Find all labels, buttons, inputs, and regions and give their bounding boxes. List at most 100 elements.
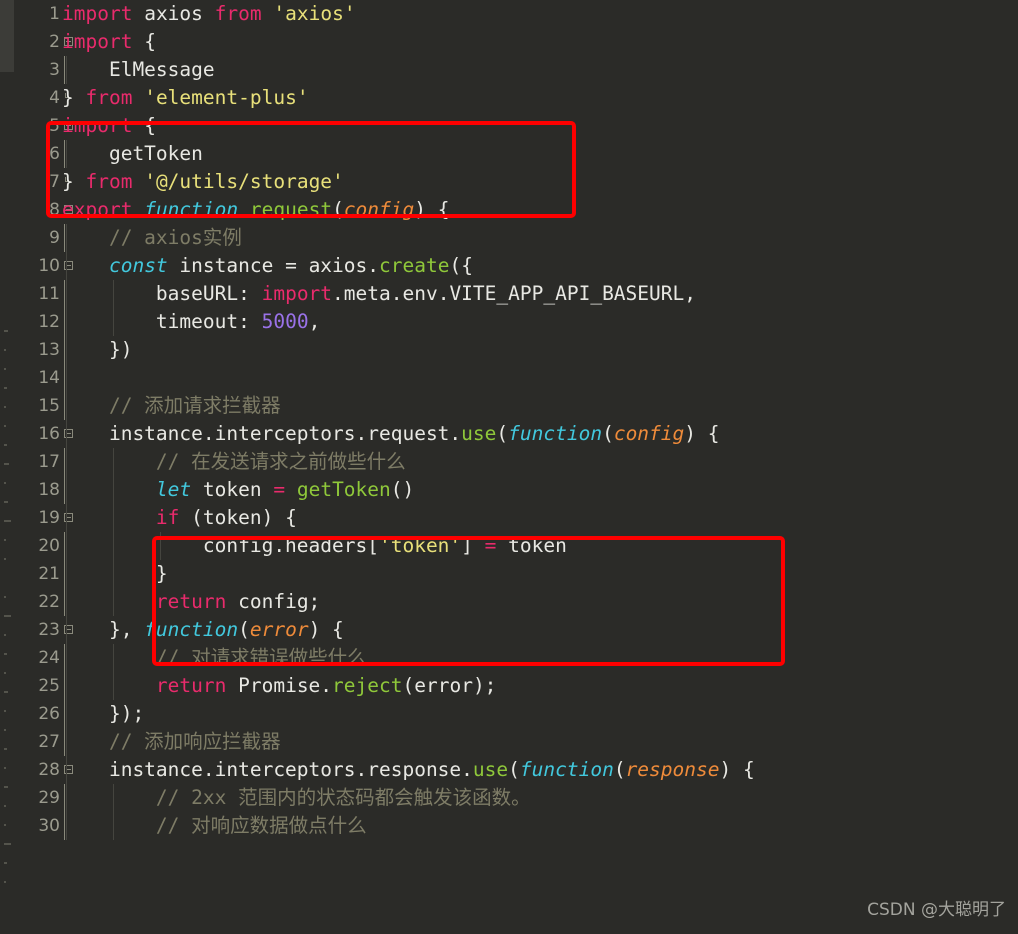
line-number: 7 [49,172,60,192]
code-line[interactable]: 11 baseURL: import.meta.env.VITE_APP_API… [14,280,1018,308]
token-str: 'axios' [273,2,356,25]
line-number: 25 [38,676,60,696]
code-line[interactable]: 13 }) [14,336,1018,364]
minimap-line-mark [4,786,9,788]
token-op: = [273,478,286,501]
line-number: 15 [38,396,60,416]
token-plain: { [132,30,156,53]
token-plain: getToken [62,142,203,165]
token-plain: token [496,534,567,557]
code-line[interactable]: 18 let token = getToken() [14,476,1018,504]
token-plain: instance.interceptors.response. [62,758,473,781]
token-plain: axios [144,2,203,25]
line-number: 21 [38,564,60,584]
code-line[interactable]: 23 }, function(error) { [14,616,1018,644]
code-line[interactable]: 22 return config; [14,588,1018,616]
code-line[interactable]: 24 // 对请求错误做些什么 [14,644,1018,672]
code-text: return config; [62,588,320,616]
minimap-line-mark [4,558,6,560]
code-line[interactable]: 25 return Promise.reject(error); [14,672,1018,700]
editor-surface[interactable]: 1 import axios from 'axios' 2 import {3 ElM… [14,0,1018,934]
code-line[interactable]: 30 // 对响应数据做点什么 [14,812,1018,840]
minimap-line-mark [4,520,11,522]
code-line[interactable]: 4} from 'element-plus' [14,84,1018,112]
token-str: 'element-plus' [144,86,309,109]
code-line[interactable]: 19 if (token) { [14,504,1018,532]
code-line[interactable]: 21 } [14,560,1018,588]
token-plain: } [62,86,86,109]
code-line[interactable]: 8 export function request(config) { [14,196,1018,224]
code-line[interactable]: 6 getToken [14,140,1018,168]
line-number: 28 [38,760,60,780]
line-number: 2 [49,32,60,52]
code-line[interactable]: 17 // 在发送请求之前做些什么 [14,448,1018,476]
minimap-line-mark [4,501,9,503]
token-plain: (token) { [179,506,297,529]
line-number: 30 [38,816,60,836]
code-text: }, function(error) { [62,616,344,644]
token-plain: ) { [719,758,755,781]
code-line[interactable]: 9 // axios实例 [14,224,1018,252]
code-text: instance.interceptors.response.use(funct… [62,756,755,784]
code-line[interactable]: 7} from '@/utils/storage' [14,168,1018,196]
code-line[interactable]: 27 // 添加响应拦截器 [14,728,1018,756]
code-line[interactable]: 26 }); [14,700,1018,728]
code-text: // 在发送请求之前做些什么 [62,448,406,476]
token-plain: ({ [449,254,473,277]
code-line[interactable]: 5 import { [14,112,1018,140]
token-plain: ( [496,422,509,445]
minimap-line-mark [4,539,6,541]
minimap-line-mark [4,729,6,731]
code-line[interactable]: 28 instance.interceptors.response.use(fu… [14,756,1018,784]
token-plain: timeout: [62,310,262,333]
line-number: 8 [49,200,60,220]
minimap-line-mark [4,710,6,712]
code-text: return Promise.reject(error); [62,672,497,700]
minimap-line-mark [4,615,11,617]
code-line[interactable]: 3 ElMessage [14,56,1018,84]
code-line[interactable]: 12 timeout: 5000, [14,308,1018,336]
line-number: 19 [38,508,60,528]
token-plain: { [132,114,156,137]
fold-guide-icon [64,364,65,392]
minimap-line-mark [4,748,7,750]
minimap-line-mark [4,387,7,389]
minimap-line-mark [4,767,6,769]
code-text: export function request(config) { [62,196,450,224]
code-line[interactable]: 29 // 2xx 范围内的状态码都会触发该函数。 [14,784,1018,812]
token-plain: = [285,254,297,277]
line-number: 24 [38,648,60,668]
code-text: ElMessage [62,56,215,84]
code-lines-container: 1 import axios from 'axios' 2 import {3 ElM… [14,0,1018,840]
code-text: config.headers['token'] = token [62,532,567,560]
code-line[interactable]: 15 // 添加请求拦截器 [14,392,1018,420]
token-kw: import [261,282,333,305]
code-line[interactable]: 20 config.headers['token'] = token [14,532,1018,560]
code-text: // axios实例 [62,224,242,252]
token-kw: from [85,170,133,193]
minimap-strip[interactable] [0,0,15,934]
minimap-scroll-thumb[interactable] [0,0,14,72]
code-line[interactable]: 16 instance.interceptors.request.use(fun… [14,420,1018,448]
minimap-line-mark [4,805,6,807]
token-fname: request [249,198,333,221]
token-plain: ) { [414,198,450,221]
line-number: 27 [38,732,60,752]
line-number: 13 [38,340,60,360]
minimap-line-mark [4,482,6,484]
code-line[interactable]: 1 import axios from 'axios' [14,0,1018,28]
line-number: 11 [38,284,60,304]
token-cmt: // 添加请求拦截器 [62,394,281,417]
code-text: } from 'element-plus' [62,84,309,112]
code-line[interactable]: 2 import { [14,28,1018,56]
code-line[interactable]: 10 const instance = axios.create({ [14,252,1018,280]
code-line[interactable]: 14 [14,364,1018,392]
token-kw: import [62,2,133,25]
code-text: instance.interceptors.request.use(functi… [62,420,720,448]
